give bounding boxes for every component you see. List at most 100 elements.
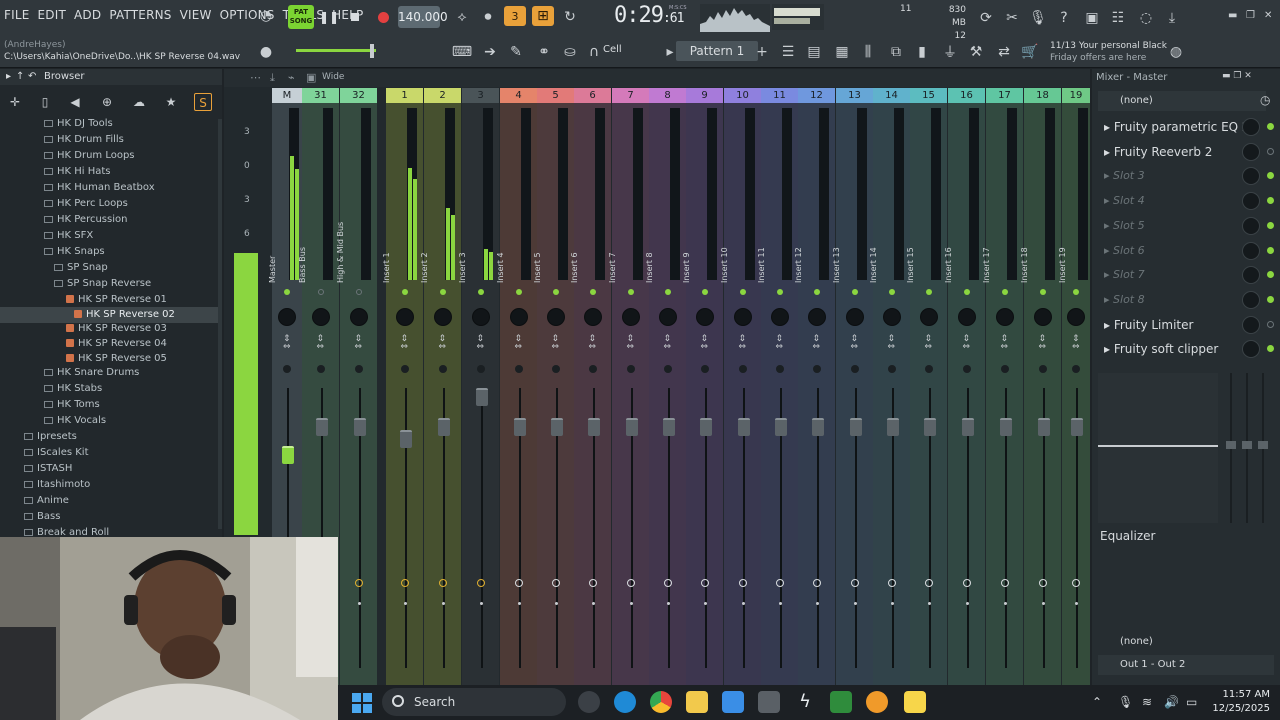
mixer-view-toggle-icon[interactable]: ▣ <box>306 71 316 84</box>
browser-file[interactable]: HK SP Reverse 02 <box>0 306 218 323</box>
loop-record-icon[interactable]: ↻ <box>560 7 580 27</box>
mixer-track-number[interactable]: 18 <box>1024 88 1061 103</box>
refresh-icon[interactable]: ⟳ <box>976 8 996 28</box>
volume-fader[interactable] <box>550 418 563 436</box>
route-knob[interactable] <box>812 579 821 587</box>
route-knob[interactable] <box>476 579 485 587</box>
mixer-icon[interactable]: ☷ <box>1108 8 1128 28</box>
wrench-icon[interactable]: ⚒ <box>966 42 986 62</box>
slot-enable-led[interactable] <box>1267 172 1274 180</box>
mixer-track-number[interactable]: 19 <box>1062 88 1090 103</box>
minimize-icon[interactable]: ▬ <box>1228 10 1237 21</box>
mixer-track-number[interactable]: 12 <box>798 88 835 103</box>
stereo-arrows-icon[interactable]: ⇕ ⇔ <box>813 335 821 352</box>
track-name[interactable]: Insert 2 <box>420 183 432 283</box>
track-name[interactable]: High & Mid Bus <box>336 183 348 283</box>
start-button[interactable] <box>352 693 372 713</box>
browser-folder[interactable]: Itashimoto <box>24 477 90 493</box>
pan-knob[interactable] <box>733 308 752 326</box>
mixer-strip[interactable]: Insert 3 ⇕ ⇔ <box>458 103 499 685</box>
browser-folder[interactable]: HK Perc Loops <box>44 196 128 212</box>
route-knob[interactable] <box>700 579 709 587</box>
mixer-view-mode[interactable]: Wide <box>322 72 344 82</box>
volume-fader[interactable] <box>625 418 638 436</box>
mixer-strip[interactable]: Insert 2 ⇕ ⇔ <box>420 103 461 685</box>
mixer-strip[interactable]: Insert 16 ⇕ ⇔ <box>944 103 985 685</box>
battery-icon[interactable]: ▭ <box>1186 695 1197 709</box>
mixer-strip[interactable]: Insert 6 ⇕ ⇔ <box>570 103 611 685</box>
slot-mix-knob[interactable] <box>1242 241 1260 260</box>
volume-fader[interactable] <box>811 418 824 436</box>
volume-fader[interactable] <box>437 418 450 436</box>
route-knob[interactable] <box>551 579 560 587</box>
mixer-strip[interactable]: Insert 5 ⇕ ⇔ <box>533 103 574 685</box>
metronome-knob-icon[interactable]: ◔ <box>256 6 276 26</box>
wifi-icon[interactable]: ≋ <box>1142 695 1152 709</box>
volume-fader[interactable] <box>999 418 1012 436</box>
volume-fader[interactable] <box>513 418 526 436</box>
menu-add[interactable]: ADD <box>74 8 101 22</box>
piano-icon[interactable]: ⌨ <box>452 42 472 62</box>
route-knob[interactable] <box>588 579 597 587</box>
mixer-arrow-icon[interactable]: ⤓ <box>270 71 275 85</box>
pan-knob[interactable] <box>395 308 414 326</box>
effect-slot[interactable]: ▸ Fruity soft clipper <box>1098 337 1274 361</box>
mixer-menu-icon[interactable]: ⋯ <box>250 71 261 84</box>
browser-file[interactable]: HK SP Reverse 01 <box>66 292 167 308</box>
latency-icon[interactable]: ◷ <box>1260 93 1270 107</box>
browser-folder[interactable]: Ipresets <box>24 429 77 445</box>
stereo-knob[interactable] <box>962 365 971 373</box>
excel-icon[interactable] <box>830 691 852 713</box>
stereo-arrows-icon[interactable]: ⇕ ⇔ <box>627 335 635 352</box>
browser-file[interactable]: HK SP Reverse 03 <box>66 321 167 337</box>
volume-fader[interactable] <box>315 418 328 436</box>
mixer-track-number[interactable]: 11 <box>761 88 798 103</box>
mixer-strip[interactable]: Insert 19 ⇕ ⇔ <box>1058 103 1090 685</box>
route-knob[interactable] <box>887 579 896 587</box>
pan-knob[interactable] <box>349 308 368 326</box>
slot-expand-icon[interactable]: ▸ <box>1104 268 1113 281</box>
tray-mic-icon[interactable]: 🎙 <box>1118 695 1133 709</box>
browser-folder[interactable]: HK Snaps <box>44 244 105 260</box>
track-name[interactable]: Insert 14 <box>869 183 881 283</box>
pan-knob[interactable] <box>957 308 976 326</box>
plugin-db-icon[interactable]: ⊕ <box>98 93 116 111</box>
browser-folder[interactable]: HK Human Beatbox <box>44 180 155 196</box>
stereo-knob[interactable] <box>551 365 560 373</box>
stereo-arrows-icon[interactable]: ⇕ ⇔ <box>1072 335 1080 352</box>
mute-led[interactable] <box>552 289 559 295</box>
browser-folder[interactable]: HK Drum Fills <box>44 132 124 148</box>
pan-knob[interactable] <box>807 308 826 326</box>
mixer-track-number[interactable]: 8 <box>649 88 686 103</box>
stereo-arrows-icon[interactable]: ⇕ ⇔ <box>589 335 597 352</box>
volume-fader[interactable] <box>699 418 712 436</box>
mixer-strip[interactable]: Insert 17 ⇕ ⇔ <box>982 103 1023 685</box>
task-view-icon[interactable] <box>578 691 600 713</box>
pan-knob[interactable] <box>1067 308 1085 326</box>
photos-icon[interactable] <box>722 691 744 713</box>
route-knob[interactable] <box>775 579 784 587</box>
volume-fader[interactable] <box>849 418 862 436</box>
mixer-strip[interactable]: Insert 15 ⇕ ⇔ <box>906 103 947 685</box>
channel-rack-icon[interactable]: ▤ <box>804 42 824 62</box>
stereo-arrows-icon[interactable]: ⇕ ⇔ <box>439 335 447 352</box>
blend-notes-icon[interactable]: ⊞ <box>532 6 554 26</box>
volume-fader[interactable] <box>886 418 899 436</box>
browser-folder[interactable]: Break and Roll <box>24 525 109 536</box>
mixer-track-number[interactable]: 1 <box>386 88 423 103</box>
mute-led[interactable] <box>627 289 634 295</box>
stereo-arrows-icon[interactable]: ⇕ ⇔ <box>851 335 859 352</box>
mixer-strip[interactable]: Insert 14 ⇕ ⇔ <box>869 103 910 685</box>
globe-icon[interactable]: ◍ <box>1166 42 1186 62</box>
volume-icon[interactable]: 🔊 <box>1164 695 1179 709</box>
output-selector[interactable]: Out 1 - Out 2 <box>1098 655 1274 675</box>
mute-led[interactable] <box>739 289 746 295</box>
track-name[interactable]: Insert 4 <box>496 183 508 283</box>
mute-led[interactable] <box>1039 289 1046 295</box>
output-none[interactable]: (none) <box>1120 636 1153 647</box>
slot-enable-led[interactable] <box>1267 147 1274 155</box>
stereo-knob[interactable] <box>514 365 523 373</box>
connect-icon[interactable]: ⇄ <box>994 42 1014 62</box>
pattern-selector[interactable]: Pattern 1 <box>676 41 758 61</box>
record-button[interactable] <box>372 6 394 28</box>
